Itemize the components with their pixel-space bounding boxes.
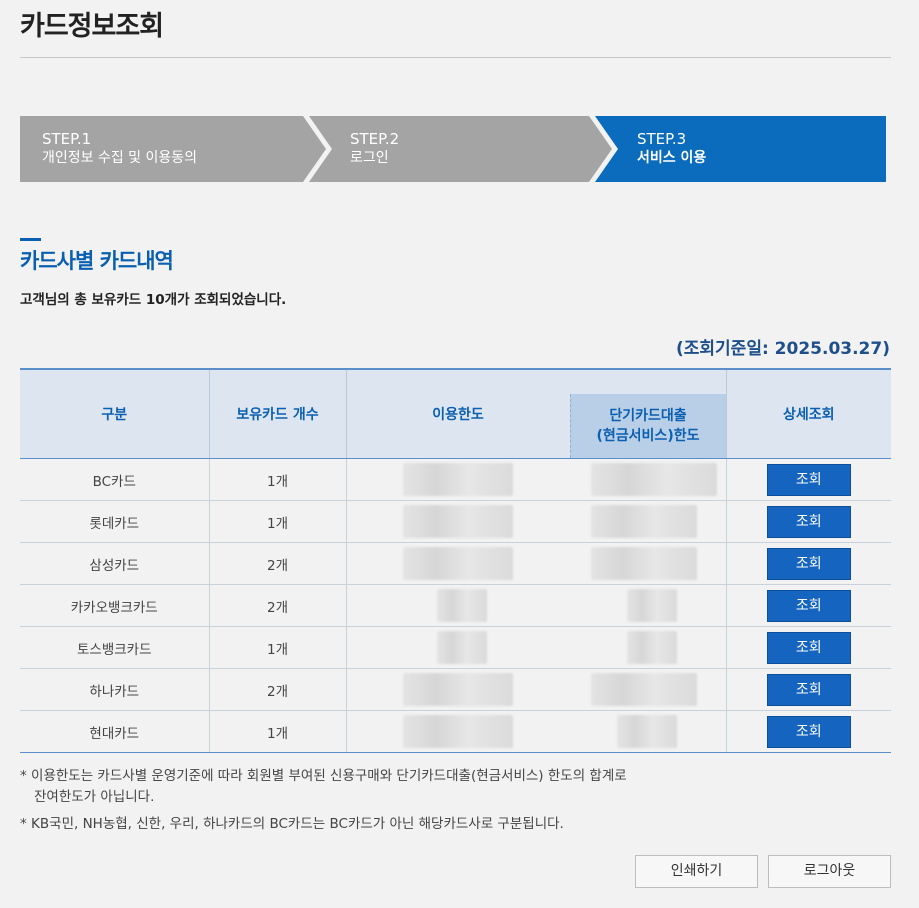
view-button[interactable]: 조회 <box>766 547 851 580</box>
step-1: STEP.1 개인정보 수집 및 이용동의 <box>42 130 197 168</box>
redacted-cash-limit <box>616 715 677 748</box>
count-cell: 1개 <box>208 500 346 543</box>
count-cell: 2개 <box>208 584 346 627</box>
detail-cell: 조회 <box>725 542 891 585</box>
limits-cell-redacted <box>345 458 726 501</box>
table-row: 삼성카드 2개 조회 <box>20 542 891 585</box>
redacted-cash-limit <box>626 589 677 622</box>
redacted-limit <box>402 715 513 748</box>
limits-cell-redacted <box>345 542 726 585</box>
card-table: 구분 보유카드 개수 이용한도 단기카드대출 (현금서비스)한도 상세조회 BC… <box>20 368 891 753</box>
detail-cell: 조회 <box>725 500 891 543</box>
title-divider <box>20 57 891 58</box>
company-cell: BC카드 <box>20 458 209 501</box>
header-cash-limit-line2: (현금서비스)한도 <box>596 428 700 444</box>
view-button[interactable]: 조회 <box>766 673 851 706</box>
redacted-cash-limit <box>590 673 697 706</box>
view-button[interactable]: 조회 <box>766 589 851 622</box>
redacted-limit <box>402 673 513 706</box>
summary-text: 고객님의 총 보유카드 10개가 조회되었습니다. <box>20 292 287 308</box>
company-cell: 삼성카드 <box>20 542 209 585</box>
header-cash-limit-line1: 단기카드대출 <box>609 408 687 424</box>
company-cell: 현대카드 <box>20 710 209 753</box>
header-limit: 이용한도 <box>432 407 484 423</box>
redacted-cash-limit <box>590 505 697 538</box>
print-button[interactable]: 인쇄하기 <box>635 855 758 888</box>
table-row: BC카드 1개 조회 <box>20 458 891 501</box>
logout-button[interactable]: 로그아웃 <box>768 855 891 888</box>
step-indicator: STEP.1 개인정보 수집 및 이용동의 STEP.2 로그인 STEP.3 … <box>20 116 886 182</box>
table-row: 카카오뱅크카드 2개 조회 <box>20 584 891 627</box>
step-3: STEP.3 서비스 이용 <box>637 130 706 168</box>
header-limits: 이용한도 단기카드대출 (현금서비스)한도 <box>345 368 726 459</box>
detail-cell: 조회 <box>725 584 891 627</box>
note-1-line-1: * 이용한도는 카드사별 운영기준에 따라 회원별 부여된 신용구매와 단기카드… <box>20 768 627 784</box>
view-button[interactable]: 조회 <box>766 715 851 748</box>
detail-cell: 조회 <box>725 710 891 753</box>
step-2-number: STEP.2 <box>350 130 400 148</box>
limits-cell-redacted <box>345 626 726 669</box>
view-button[interactable]: 조회 <box>766 505 851 538</box>
header-category: 구분 <box>20 368 209 459</box>
basis-date: (조회기준일: 2025.03.27) <box>675 339 890 359</box>
step-2-name: 로그인 <box>350 150 389 166</box>
limits-cell-redacted <box>345 500 726 543</box>
count-cell: 1개 <box>208 710 346 753</box>
header-detail: 상세조회 <box>725 368 891 459</box>
notes: * 이용한도는 카드사별 운영기준에 따라 회원별 부여된 신용구매와 단기카드… <box>20 766 627 835</box>
limits-cell-redacted <box>345 710 726 753</box>
step-3-number: STEP.3 <box>637 130 687 148</box>
page-title: 카드정보조회 <box>20 11 164 42</box>
count-cell: 1개 <box>208 626 346 669</box>
redacted-limit <box>402 547 513 580</box>
redacted-cash-limit <box>626 631 677 664</box>
table-row: 하나카드 2개 조회 <box>20 668 891 711</box>
redacted-limit <box>402 463 513 496</box>
redacted-limit <box>402 505 513 538</box>
redacted-cash-limit <box>590 547 697 580</box>
table-row: 현대카드 1개 조회 <box>20 710 891 753</box>
company-cell: 하나카드 <box>20 668 209 711</box>
step-1-number: STEP.1 <box>42 130 92 148</box>
redacted-limit <box>436 631 487 664</box>
note-2: * KB국민, NH농협, 신한, 우리, 하나카드의 BC카드는 BC카드가 … <box>20 816 564 832</box>
section-marker <box>20 238 41 241</box>
note-1-line-2: 잔여한도가 아닙니다. <box>34 789 155 805</box>
header-count: 보유카드 개수 <box>208 368 346 459</box>
detail-cell: 조회 <box>725 458 891 501</box>
view-button[interactable]: 조회 <box>766 631 851 664</box>
count-cell: 2개 <box>208 668 346 711</box>
step-1-name: 개인정보 수집 및 이용동의 <box>42 150 198 166</box>
section-title: 카드사별 카드내역 <box>20 249 174 273</box>
table-row: 롯데카드 1개 조회 <box>20 500 891 543</box>
count-cell: 2개 <box>208 542 346 585</box>
step-2: STEP.2 로그인 <box>350 130 399 168</box>
view-button[interactable]: 조회 <box>766 463 851 496</box>
table-row: 토스뱅크카드 1개 조회 <box>20 626 891 669</box>
count-cell: 1개 <box>208 458 346 501</box>
company-cell: 토스뱅크카드 <box>20 626 209 669</box>
company-cell: 카카오뱅크카드 <box>20 584 209 627</box>
detail-cell: 조회 <box>725 626 891 669</box>
step-3-name: 서비스 이용 <box>637 150 707 166</box>
detail-cell: 조회 <box>725 668 891 711</box>
limits-cell-redacted <box>345 584 726 627</box>
redacted-cash-limit <box>590 463 717 496</box>
table-header-row: 구분 보유카드 개수 이용한도 단기카드대출 (현금서비스)한도 상세조회 <box>20 368 891 459</box>
limits-cell-redacted <box>345 668 726 711</box>
company-cell: 롯데카드 <box>20 500 209 543</box>
header-cash-limit: 단기카드대출 (현금서비스)한도 <box>569 394 726 458</box>
redacted-limit <box>436 589 487 622</box>
